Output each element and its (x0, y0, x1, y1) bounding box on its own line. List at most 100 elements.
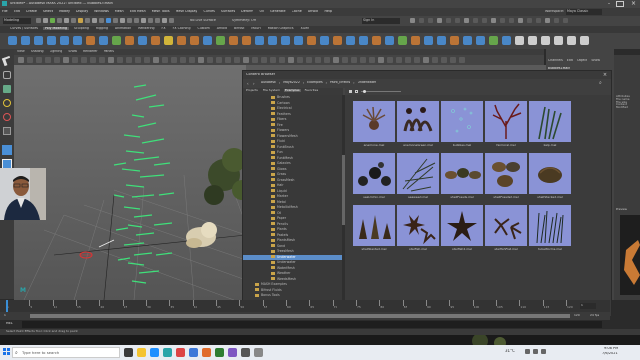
render-tool-icon[interactable] (527, 18, 532, 23)
status-tool-icon[interactable] (92, 18, 97, 23)
channel-box-tab[interactable]: Show (591, 59, 600, 62)
menu-item[interactable]: Edit Mesh (130, 10, 146, 13)
content-browser-close-icon[interactable]: × (601, 72, 609, 78)
shelf-tool-icon[interactable] (112, 36, 121, 45)
shelf-tab[interactable]: Arnold (215, 27, 229, 30)
shelf-tool-icon[interactable] (346, 36, 355, 45)
shelf-tool-icon[interactable] (333, 36, 342, 45)
render-tool-icon[interactable] (554, 18, 559, 23)
shelf-tool-icon[interactable] (190, 36, 199, 45)
viewport-tool-icon[interactable] (108, 57, 114, 63)
shelf-tool-icon[interactable] (307, 36, 316, 45)
file-explorer-icon[interactable] (137, 348, 146, 357)
status-tool-icon[interactable] (85, 18, 90, 23)
viewport-tool-icon[interactable] (225, 57, 231, 63)
symmetry-label[interactable]: Symmetry: Off (232, 19, 256, 22)
status-tool-icon[interactable] (64, 18, 69, 23)
shelf-tool-icon[interactable] (398, 36, 407, 45)
shelf-tool-icon[interactable] (21, 36, 30, 45)
rotate-tool-icon[interactable] (3, 113, 11, 121)
viewport-tool-icon[interactable] (198, 57, 204, 63)
breadcrumb-item[interactable]: Maya2022 (283, 81, 300, 85)
status-tool-icon[interactable] (120, 18, 125, 23)
viewport-tool-icon[interactable] (396, 57, 402, 63)
thumbnail-item[interactable]: seaweed.mel (397, 153, 439, 201)
shelf-tool-icon[interactable] (99, 36, 108, 45)
render-tool-icon[interactable] (545, 18, 550, 23)
shelf-tool-icon[interactable] (567, 36, 576, 45)
viewport-tool-icon[interactable] (459, 57, 465, 63)
shelf-tool-icon[interactable] (320, 36, 329, 45)
viewport-tool-icon[interactable] (378, 57, 384, 63)
menu-item[interactable]: UV (259, 10, 264, 13)
status-tool-icon[interactable] (57, 18, 62, 23)
status-tool-icon[interactable] (141, 18, 146, 23)
maximize-icon[interactable] (616, 1, 624, 7)
shelf-tab[interactable]: MASH (249, 27, 262, 30)
current-frame-field[interactable]: 1 (580, 303, 596, 309)
shelf-tab[interactable]: FX (160, 27, 168, 30)
status-tool-icon[interactable] (148, 18, 153, 23)
viewport-menu-item[interactable]: Lighting (50, 50, 63, 53)
excel-icon[interactable] (215, 348, 224, 357)
render-tool-icon[interactable] (410, 18, 415, 23)
viewport-tool-icon[interactable] (405, 57, 411, 63)
viewport-tool-icon[interactable] (207, 57, 213, 63)
workspace-select[interactable]: Maya Classic (566, 9, 602, 15)
breadcrumb-item[interactable]: Underwater (358, 81, 377, 85)
shelf-tool-icon[interactable] (580, 36, 589, 45)
shelf-tab[interactable]: Motion Graphics (266, 27, 296, 30)
shelf-tool-icon[interactable] (34, 36, 43, 45)
taskbar-search[interactable]: ⌕ Type here to search (12, 347, 120, 358)
viewport[interactable]: M (14, 65, 246, 300)
shelf-tool-icon[interactable] (476, 36, 485, 45)
status-tool-icon[interactable] (43, 18, 48, 23)
viewport-tool-icon[interactable] (171, 57, 177, 63)
menu-item[interactable]: Curves (203, 10, 214, 13)
viewport-menu-item[interactable]: Shading (31, 50, 44, 53)
menu-item[interactable]: Mesh (115, 10, 124, 13)
viewport-tool-icon[interactable] (270, 57, 276, 63)
viewport-tool-icon[interactable] (297, 57, 303, 63)
shelf-tool-icon[interactable] (255, 36, 264, 45)
shelf-tab[interactable]: Rendering (136, 27, 156, 30)
menu-item[interactable]: Deform (241, 10, 253, 13)
viewport-tool-icon[interactable] (432, 57, 438, 63)
viewport-tool-icon[interactable] (306, 57, 312, 63)
viewport-tool-icon[interactable] (135, 57, 141, 63)
volume-icon[interactable] (533, 349, 538, 354)
viewport-tool-icon[interactable] (162, 57, 168, 63)
viewport-tool-icon[interactable] (117, 57, 123, 63)
shelf-tab[interactable]: Bifrost (232, 27, 246, 30)
viewport-tool-icon[interactable] (126, 57, 132, 63)
shelf-tool-icon[interactable] (138, 36, 147, 45)
thumbnail-item[interactable]: starfishFlat.mel (485, 205, 527, 253)
mel-label[interactable]: MEL (6, 322, 13, 325)
status-tool-icon[interactable] (155, 18, 160, 23)
thumbnail-item[interactable]: starfish.mel (397, 205, 439, 253)
status-tool-icon[interactable] (78, 18, 83, 23)
viewport-tool-icon[interactable] (18, 57, 24, 63)
shelf-tool-icon[interactable] (411, 36, 420, 45)
status-tool-icon[interactable] (127, 18, 132, 23)
viewport-tool-icon[interactable] (63, 57, 69, 63)
scale-tool-icon[interactable] (3, 127, 11, 135)
viewport-tool-icon[interactable] (279, 57, 285, 63)
viewport-tool-icon[interactable] (342, 57, 348, 63)
channel-box-tab[interactable]: Object (577, 59, 587, 62)
menu-item[interactable]: Arnold (308, 10, 319, 13)
windows-start-icon[interactable] (3, 348, 10, 355)
viewport-menu-item[interactable]: Renderer (83, 50, 98, 53)
shelf-tool-icon[interactable] (164, 36, 173, 45)
viewport-tool-icon[interactable] (99, 57, 105, 63)
shelf-tab[interactable]: Curves / Surfaces (8, 27, 40, 30)
select-tool-icon[interactable] (1, 55, 13, 67)
shelf-tool-icon[interactable] (177, 36, 186, 45)
menu-item[interactable]: Edit (14, 10, 20, 13)
sign-in-button[interactable]: Sign In (362, 18, 400, 24)
menu-item[interactable]: Mesh Display (176, 10, 198, 13)
menu-item[interactable]: Create (26, 10, 37, 13)
render-tool-icon[interactable] (500, 18, 505, 23)
menu-item[interactable]: Display (76, 10, 88, 13)
viewport-tool-icon[interactable] (45, 57, 51, 63)
